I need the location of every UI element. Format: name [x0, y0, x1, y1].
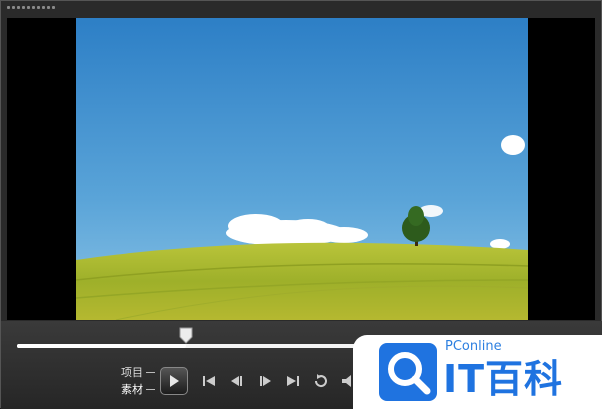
- player-window: 项目 素材 PConline IT百科: [0, 0, 602, 409]
- play-button[interactable]: [160, 367, 188, 395]
- preview-viewport: [7, 18, 595, 320]
- landscape-image: [76, 18, 528, 320]
- previous-frame-icon: [231, 376, 242, 386]
- clip-mode[interactable]: 素材: [121, 381, 155, 398]
- previous-frame-button[interactable]: [228, 373, 246, 389]
- timeline-track[interactable]: [17, 344, 361, 348]
- panel-grip[interactable]: [7, 6, 55, 9]
- timeline-progress: [17, 344, 186, 348]
- watermark: PConline IT百科: [353, 335, 602, 409]
- clip-label: 素材: [121, 383, 143, 396]
- watermark-brand: PConline: [445, 339, 502, 354]
- source-label: 项目: [121, 366, 143, 379]
- repeat-icon: [314, 374, 327, 388]
- go-to-start-button[interactable]: [200, 373, 218, 389]
- magnifier-logo-icon: [379, 343, 437, 401]
- go-to-end-icon: [287, 376, 299, 386]
- preview-frame: [76, 18, 528, 320]
- next-frame-button[interactable]: [256, 373, 274, 389]
- watermark-name: IT百科: [443, 357, 564, 401]
- go-to-start-icon: [203, 376, 215, 386]
- timeline-scrubber[interactable]: [179, 327, 193, 344]
- source-mode[interactable]: 项目: [121, 364, 155, 381]
- repeat-button[interactable]: [312, 373, 330, 389]
- play-icon: [170, 375, 179, 387]
- go-to-end-button[interactable]: [284, 373, 302, 389]
- mode-labels: 项目 素材: [121, 364, 155, 398]
- next-frame-icon: [260, 376, 271, 386]
